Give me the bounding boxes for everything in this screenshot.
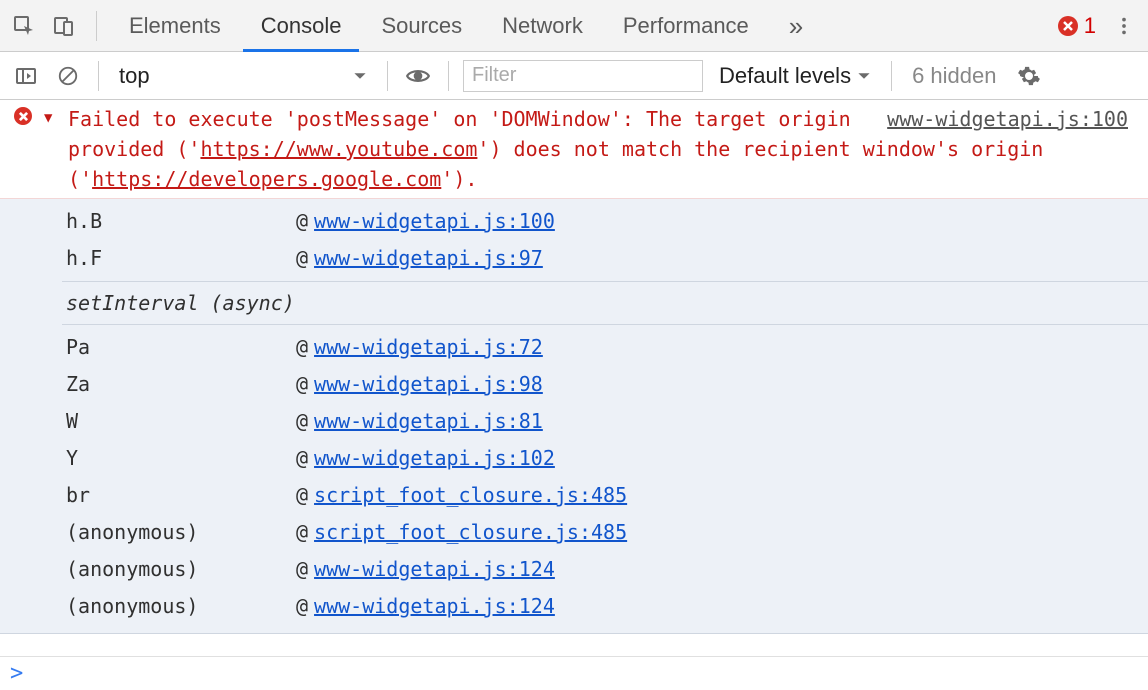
more-tabs-button[interactable]: »	[771, 0, 821, 52]
url-link[interactable]: https://www.youtube.com	[200, 137, 477, 161]
frame-source-link[interactable]: www-widgetapi.js:102	[314, 440, 555, 477]
stack-frame: Za@www-widgetapi.js:98	[66, 366, 1148, 403]
console-prompt[interactable]: >	[0, 656, 1148, 690]
frame-source-link[interactable]: www-widgetapi.js:124	[314, 551, 555, 588]
hidden-messages-count[interactable]: 6 hidden	[906, 63, 1002, 89]
divider	[96, 11, 97, 41]
at-symbol: @	[296, 403, 308, 440]
at-symbol: @	[296, 366, 308, 403]
live-expression-eye-icon[interactable]	[402, 60, 434, 92]
divider	[448, 61, 449, 91]
stack-frame: (anonymous)@www-widgetapi.js:124	[66, 588, 1148, 625]
divider	[891, 61, 892, 91]
frame-source-link[interactable]: www-widgetapi.js:72	[314, 329, 543, 366]
stack-frame: (anonymous)@www-widgetapi.js:124	[66, 551, 1148, 588]
stack-frame: W@www-widgetapi.js:81	[66, 403, 1148, 440]
chevron-down-icon	[857, 69, 871, 83]
stack-frame: br@script_foot_closure.js:485	[66, 477, 1148, 514]
frame-source-link[interactable]: www-widgetapi.js:98	[314, 366, 543, 403]
stack-frame: (anonymous)@script_foot_closure.js:485	[66, 514, 1148, 551]
frame-source-link[interactable]: www-widgetapi.js:97	[314, 240, 543, 277]
frame-function: Za	[66, 366, 296, 403]
at-symbol: @	[296, 440, 308, 477]
divider	[98, 61, 99, 91]
at-symbol: @	[296, 588, 308, 625]
at-symbol: @	[296, 240, 308, 277]
toggle-sidebar-icon[interactable]	[10, 60, 42, 92]
stack-trace: h.B@www-widgetapi.js:100h.F@www-widgetap…	[0, 199, 1148, 634]
console-settings-gear-icon[interactable]	[1013, 60, 1045, 92]
error-count-badge[interactable]: 1	[1058, 13, 1096, 39]
tab-console[interactable]: Console	[243, 0, 360, 52]
frame-function: Y	[66, 440, 296, 477]
frame-function: (anonymous)	[66, 514, 296, 551]
console-toolbar: top Default levels 6 hidden	[0, 52, 1148, 100]
stack-frame: h.F@www-widgetapi.js:97	[66, 240, 1148, 277]
tab-network[interactable]: Network	[484, 0, 601, 52]
error-icon	[14, 107, 32, 125]
frame-function: h.B	[66, 203, 296, 240]
stack-frame: Pa@www-widgetapi.js:72	[66, 329, 1148, 366]
prompt-caret-icon: >	[10, 661, 23, 686]
kebab-menu-icon[interactable]	[1106, 8, 1142, 44]
chevron-down-icon	[353, 69, 367, 83]
frame-source-link[interactable]: script_foot_closure.js:485	[314, 514, 627, 551]
at-symbol: @	[296, 551, 308, 588]
frame-function: Pa	[66, 329, 296, 366]
levels-label: Default levels	[719, 63, 851, 89]
filter-input[interactable]	[463, 60, 703, 92]
frame-function: W	[66, 403, 296, 440]
disclosure-triangle-icon[interactable]: ▼	[44, 108, 52, 129]
at-symbol: @	[296, 203, 308, 240]
frame-source-link[interactable]: www-widgetapi.js:81	[314, 403, 543, 440]
at-symbol: @	[296, 477, 308, 514]
error-message: www-widgetapi.js:100 Failed to execute '…	[44, 104, 1128, 194]
console-error-entry[interactable]: ▼ www-widgetapi.js:100 Failed to execute…	[0, 100, 1148, 199]
log-levels-selector[interactable]: Default levels	[713, 63, 877, 89]
device-toolbar-icon[interactable]	[46, 8, 82, 44]
frame-function: h.F	[66, 240, 296, 277]
frame-source-link[interactable]: www-widgetapi.js:124	[314, 588, 555, 625]
at-symbol: @	[296, 514, 308, 551]
at-symbol: @	[296, 329, 308, 366]
tab-performance[interactable]: Performance	[605, 0, 767, 52]
tab-sources[interactable]: Sources	[363, 0, 480, 52]
stack-frame: h.B@www-widgetapi.js:100	[66, 203, 1148, 240]
frame-function: br	[66, 477, 296, 514]
frame-source-link[interactable]: www-widgetapi.js:100	[314, 203, 555, 240]
async-boundary: setInterval (async)	[62, 281, 1148, 325]
url-link[interactable]: https://developers.google.com	[92, 167, 441, 191]
frame-function: (anonymous)	[66, 588, 296, 625]
divider	[387, 61, 388, 91]
clear-console-icon[interactable]	[52, 60, 84, 92]
stack-frame: Y@www-widgetapi.js:102	[66, 440, 1148, 477]
devtools-tabbar: Elements Console Sources Network Perform…	[0, 0, 1148, 52]
inspect-element-icon[interactable]	[6, 8, 42, 44]
error-count: 1	[1084, 13, 1096, 39]
context-label: top	[119, 63, 150, 89]
frame-function: (anonymous)	[66, 551, 296, 588]
error-icon	[1058, 16, 1078, 36]
frame-source-link[interactable]: script_foot_closure.js:485	[314, 477, 627, 514]
source-link[interactable]: www-widgetapi.js:100	[887, 104, 1128, 134]
execution-context-selector[interactable]: top	[113, 63, 373, 89]
tab-elements[interactable]: Elements	[111, 0, 239, 52]
console-output: ▼ www-widgetapi.js:100 Failed to execute…	[0, 100, 1148, 656]
